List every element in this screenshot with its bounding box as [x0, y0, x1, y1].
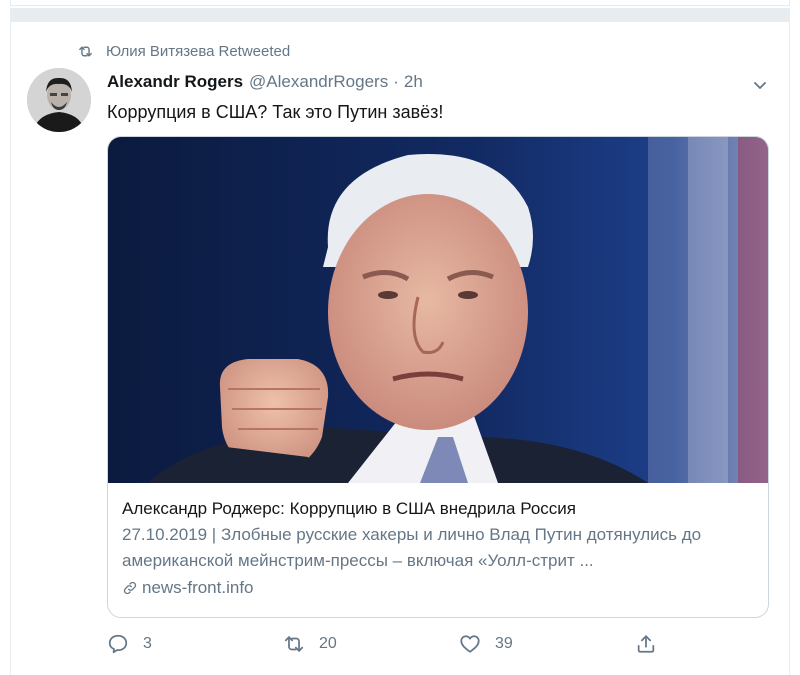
share-button[interactable]	[635, 630, 657, 658]
card-title[interactable]: Александр Роджерс: Коррупцию в США внедр…	[122, 497, 754, 521]
separator-dot: ·	[393, 72, 399, 91]
tweet-actions: 3 20 39	[107, 630, 667, 658]
card-description: 27.10.2019 | Злобные русские хакеры и ли…	[122, 525, 702, 570]
avatar-image	[27, 68, 91, 132]
timeline-gap	[10, 8, 790, 22]
reply-icon	[108, 634, 128, 654]
share-icon	[637, 635, 655, 653]
like-count: 39	[495, 635, 513, 652]
card-body: Александр Роджерс: Коррупцию в США внедр…	[122, 497, 754, 600]
retweet-button[interactable]: 20	[283, 630, 337, 658]
reply-count: 3	[143, 635, 152, 652]
link-icon	[123, 581, 137, 595]
reply-button[interactable]: 3	[107, 630, 152, 658]
retweeted-label: Retweeted	[218, 42, 291, 60]
tweet-menu-button[interactable]	[749, 74, 771, 96]
card-domain[interactable]: news-front.info	[122, 576, 754, 600]
tweet-text: Коррупция в США? Так это Путин завёз!	[107, 102, 444, 122]
author-name[interactable]: Alexandr Rogers	[107, 72, 243, 92]
retweet-icon	[284, 636, 304, 652]
previous-tweet-edge	[10, 0, 790, 6]
tweet[interactable]: Юлия Витязева Retweeted Alexandr Rogers …	[10, 22, 790, 675]
avatar[interactable]	[27, 68, 91, 132]
chevron-down-icon	[754, 82, 766, 89]
card-photo	[108, 137, 768, 483]
like-button[interactable]: 39	[459, 630, 513, 658]
timestamp[interactable]: 2h	[404, 72, 423, 92]
heart-icon	[460, 635, 480, 653]
retweet-count: 20	[319, 635, 337, 652]
tweet-header: Alexandr Rogers @AlexandrRogers · 2h	[107, 72, 423, 92]
card-image[interactable]	[108, 137, 768, 483]
author-handle[interactable]: @AlexandrRogers	[249, 72, 388, 92]
retweet-context[interactable]: Юлия Витязева Retweeted	[77, 42, 290, 60]
retweet-icon	[79, 46, 92, 56]
link-card[interactable]: Александр Роджерс: Коррупцию в США внедр…	[107, 136, 769, 618]
card-domain-text: news-front.info	[142, 578, 254, 597]
retweeter-name[interactable]: Юлия Витязева	[106, 43, 214, 60]
